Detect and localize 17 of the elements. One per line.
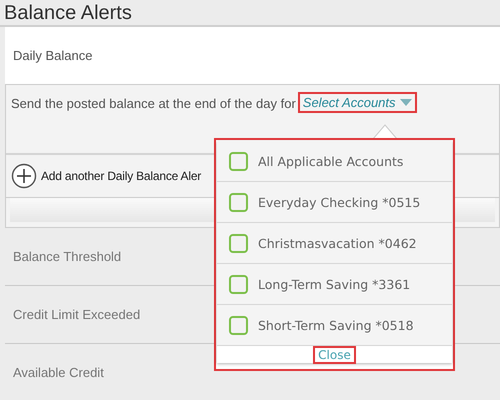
checkbox[interactable] (229, 274, 248, 294)
checkbox[interactable] (229, 316, 248, 334)
section-title: Daily Balance (5, 27, 500, 85)
caret-icon (400, 99, 412, 106)
option-label: Long-Term Saving *3361 (258, 276, 410, 292)
checkbox[interactable] (229, 192, 248, 212)
checkbox[interactable] (229, 234, 248, 252)
option-label: Christmasvacation *0462 (258, 236, 417, 250)
checkbox[interactable] (229, 152, 248, 170)
add-alert-link[interactable]: Add another Daily Balance Aler (41, 169, 202, 183)
alert-sentence: Send the posted balance at the end of the day for (11, 96, 296, 111)
option-label: Short-Term Saving *0518 (258, 318, 414, 332)
option-label: Everyday Checking *0515 (258, 194, 420, 210)
close-button[interactable]: Close (315, 348, 354, 362)
select-accounts-dropdown[interactable]: Select Accounts (300, 94, 415, 111)
option-label: All Applicable Accounts (258, 154, 404, 168)
plus-circle-icon[interactable] (11, 163, 37, 189)
